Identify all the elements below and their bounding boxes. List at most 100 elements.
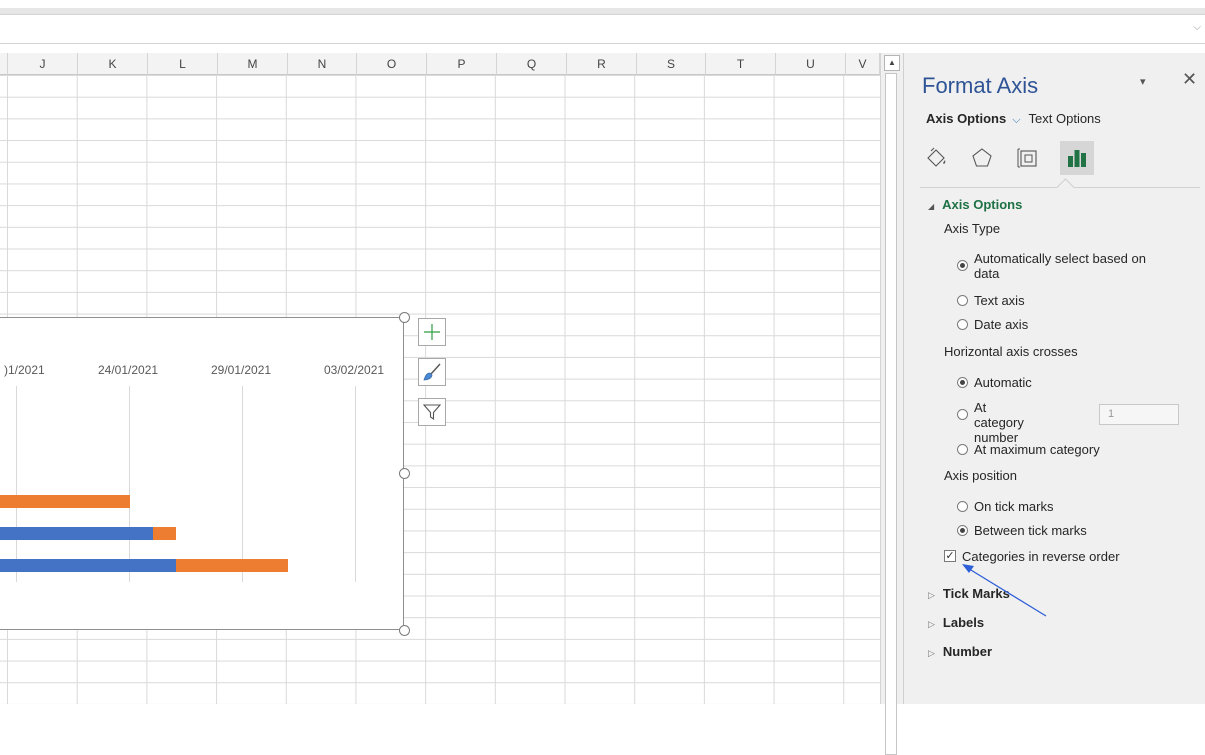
column-header-partial[interactable] [0, 53, 8, 75]
collapse-triangle-icon: ◢ [928, 202, 935, 211]
column-header-l[interactable]: L [148, 53, 218, 75]
radio-between-tick-marks[interactable] [957, 525, 968, 536]
expand-triangle-icon: ▷ [928, 648, 935, 658]
option-category-number[interactable]: At category number [957, 400, 1037, 445]
option-auto-select[interactable]: Automatically select based on data [957, 251, 1162, 281]
pane-title: Format Axis [922, 73, 1039, 98]
expand-triangle-icon: ▷ [928, 619, 935, 629]
expand-formula-bar-icon[interactable]: ⌵ [1193, 22, 1201, 33]
radio-auto-select[interactable] [957, 260, 968, 271]
axis-tick-label: 24/01/2021 [98, 363, 159, 377]
section-axis-options[interactable]: ◢ Axis Options [928, 197, 1022, 212]
vertical-scrollbar[interactable]: ▲ [880, 53, 903, 755]
maximum-category-label: At maximum category [974, 442, 1100, 457]
close-icon[interactable]: ✕ [1182, 69, 1197, 90]
automatic-label: Automatic [974, 375, 1032, 390]
bar-segment-orange[interactable] [176, 559, 288, 572]
radio-automatic[interactable] [957, 377, 968, 388]
column-header-p[interactable]: P [427, 53, 497, 75]
tab-text-options[interactable]: Text Options [1029, 111, 1101, 126]
option-between-tick-marks[interactable]: Between tick marks [957, 523, 1087, 538]
gantt-chart[interactable]: )1/2021 24/01/2021 29/01/2021 03/02/2021 [0, 317, 404, 630]
category-icon-row [922, 141, 1094, 175]
axis-tick-label: 03/02/2021 [324, 363, 385, 377]
chart-filters-button[interactable] [418, 398, 446, 426]
resize-handle[interactable] [399, 312, 410, 323]
size-properties-icon[interactable] [1014, 144, 1042, 172]
radio-date-axis[interactable] [957, 319, 968, 330]
option-maximum-category[interactable]: At maximum category [957, 442, 1100, 457]
options-tabs: Axis Options ⌵ Text Options [926, 111, 1101, 127]
section-tick-marks[interactable]: ▷ Tick Marks [928, 586, 1010, 601]
section-number[interactable]: ▷ Number [928, 644, 992, 659]
paintbrush-icon [423, 363, 441, 381]
bar-segment-blue[interactable] [0, 527, 153, 540]
radio-category-number[interactable] [957, 409, 968, 420]
selected-tab-pointer [1056, 178, 1075, 197]
chart-styles-button[interactable] [418, 358, 446, 386]
scrollbar-thumb[interactable] [885, 73, 897, 755]
checkbox-reverse-order[interactable]: ✓ [944, 550, 956, 562]
axis-tick-label: 29/01/2021 [211, 363, 272, 377]
column-header-v[interactable]: V [846, 53, 880, 75]
on-tick-marks-label: On tick marks [974, 499, 1054, 514]
tab-axis-options[interactable]: Axis Options [926, 111, 1006, 126]
section-labels-label: Labels [942, 615, 985, 630]
auto-select-label: Automatically select based on data [974, 251, 1146, 281]
formula-bar: ⌵ [0, 0, 1205, 44]
option-date-axis[interactable]: Date axis [957, 317, 1028, 332]
option-automatic[interactable]: Automatic [957, 375, 1032, 390]
gridline [129, 386, 130, 582]
formula-bar-border [0, 43, 1205, 44]
radio-text-axis[interactable] [957, 295, 968, 306]
gridline [355, 386, 356, 582]
axis-options-chart-icon[interactable] [1060, 141, 1094, 175]
category-number-input[interactable]: 1 [1099, 404, 1179, 425]
expand-triangle-icon: ▷ [928, 590, 935, 600]
pane-options-dropdown-icon[interactable]: ▾ [1140, 75, 1146, 88]
date-axis-label: Date axis [974, 317, 1029, 332]
format-axis-pane: Format Axis ▾ ✕ Axis Options ⌵ Text Option… [903, 53, 1205, 704]
fill-line-icon[interactable] [922, 144, 950, 172]
bar-segment-orange[interactable] [153, 527, 176, 540]
column-header-j[interactable]: J [8, 53, 78, 75]
column-header-s[interactable]: S [637, 53, 706, 75]
gridline [16, 386, 17, 582]
bar-segment-orange[interactable] [0, 495, 130, 508]
resize-handle[interactable] [399, 625, 410, 636]
text-axis-label: Text axis [974, 293, 1025, 308]
effects-icon[interactable] [968, 144, 996, 172]
radio-maximum-category[interactable] [957, 444, 968, 455]
resize-handle[interactable] [399, 468, 410, 479]
column-header-m[interactable]: M [218, 53, 288, 75]
section-tick-marks-label: Tick Marks [942, 586, 1010, 601]
column-header-r[interactable]: R [567, 53, 637, 75]
horizontal-axis-crosses-label: Horizontal axis crosses [944, 344, 1078, 359]
column-header-o[interactable]: O [357, 53, 427, 75]
axis-position-label: Axis position [944, 468, 1017, 483]
bar-segment-blue[interactable] [0, 559, 176, 572]
column-header-n[interactable]: N [288, 53, 357, 75]
section-number-label: Number [942, 644, 993, 659]
between-tick-marks-label: Between tick marks [974, 523, 1087, 538]
option-on-tick-marks[interactable]: On tick marks [957, 499, 1053, 514]
chart-elements-button[interactable] [418, 318, 446, 346]
funnel-icon [422, 404, 442, 421]
option-reverse-order[interactable]: ✓ Categories in reverse order [944, 549, 1120, 564]
column-header-k[interactable]: K [78, 53, 148, 75]
ribbon-strip [0, 8, 1205, 15]
reverse-order-label: Categories in reverse order [962, 549, 1120, 564]
scroll-up-icon[interactable]: ▲ [884, 55, 900, 71]
column-header-q[interactable]: Q [497, 53, 567, 75]
column-header-u[interactable]: U [776, 53, 846, 75]
plus-icon [424, 324, 440, 340]
option-text-axis[interactable]: Text axis [957, 293, 1025, 308]
axis-tick-label: )1/2021 [4, 363, 45, 377]
section-axis-options-label: Axis Options [942, 197, 1023, 212]
gridline [242, 386, 243, 582]
axis-type-label: Axis Type [944, 221, 1001, 236]
section-labels[interactable]: ▷ Labels [928, 615, 984, 630]
column-header-t[interactable]: T [706, 53, 776, 75]
radio-on-tick-marks[interactable] [957, 501, 968, 512]
chevron-down-icon[interactable]: ⌵ [1012, 114, 1020, 126]
